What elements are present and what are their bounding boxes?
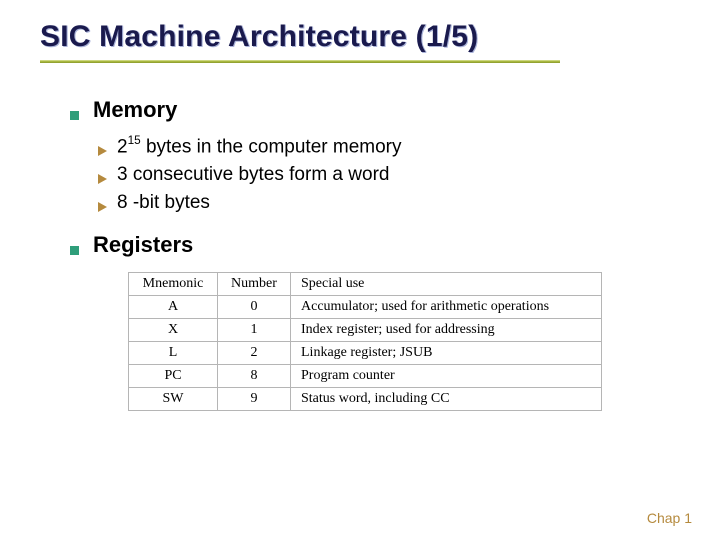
base: 2 — [117, 136, 128, 157]
section-registers: Registers — [70, 232, 680, 258]
cell-number: 8 — [218, 365, 291, 388]
list-item: 215 bytes in the computer memory — [98, 135, 680, 158]
memory-items: 215 bytes in the computer memory 3 conse… — [98, 135, 680, 214]
cell-number: 1 — [218, 319, 291, 342]
title-underline — [40, 60, 560, 63]
slide: SIC Machine Architecture (1/5) Memory 21… — [0, 0, 720, 540]
cell-special: Index register; used for addressing — [291, 319, 602, 342]
table-header-row: Mnemonic Number Special use — [129, 273, 602, 296]
table-row: SW 9 Status word, including CC — [129, 388, 602, 411]
list-item: 3 consecutive bytes form a word — [98, 164, 680, 186]
arrow-bullet-icon — [98, 174, 107, 184]
col-header-number: Number — [218, 273, 291, 296]
table-row: PC 8 Program counter — [129, 365, 602, 388]
table-row: X 1 Index register; used for addressing — [129, 319, 602, 342]
square-bullet-icon — [70, 111, 79, 120]
list-item: 8 -bit bytes — [98, 192, 680, 214]
cell-special: Status word, including CC — [291, 388, 602, 411]
cell-number: 9 — [218, 388, 291, 411]
table-row: L 2 Linkage register; JSUB — [129, 342, 602, 365]
rest: bytes in the computer memory — [141, 136, 402, 157]
cell-number: 2 — [218, 342, 291, 365]
cell-mnemonic: A — [129, 296, 218, 319]
section-heading: Registers — [93, 232, 193, 258]
section-memory: Memory — [70, 97, 680, 123]
exponent: 15 — [128, 134, 141, 147]
cell-number: 0 — [218, 296, 291, 319]
cell-special: Linkage register; JSUB — [291, 342, 602, 365]
footer-chapter: Chap 1 — [647, 510, 692, 526]
cell-special: Accumulator; used for arithmetic operati… — [291, 296, 602, 319]
cell-mnemonic: X — [129, 319, 218, 342]
registers-table-wrap: Mnemonic Number Special use A 0 Accumula… — [128, 272, 680, 411]
list-item-text: 8 -bit bytes — [117, 192, 210, 214]
page-title: SIC Machine Architecture (1/5) — [40, 20, 680, 54]
cell-mnemonic: PC — [129, 365, 218, 388]
list-item-text: 215 bytes in the computer memory — [117, 135, 402, 158]
arrow-bullet-icon — [98, 146, 107, 156]
list-item-text: 3 consecutive bytes form a word — [117, 164, 389, 186]
content: Memory 215 bytes in the computer memory … — [70, 97, 680, 411]
registers-table: Mnemonic Number Special use A 0 Accumula… — [128, 272, 602, 411]
square-bullet-icon — [70, 246, 79, 255]
section-heading: Memory — [93, 97, 177, 123]
col-header-special: Special use — [291, 273, 602, 296]
cell-mnemonic: SW — [129, 388, 218, 411]
col-header-mnemonic: Mnemonic — [129, 273, 218, 296]
cell-special: Program counter — [291, 365, 602, 388]
arrow-bullet-icon — [98, 202, 107, 212]
cell-mnemonic: L — [129, 342, 218, 365]
table-row: A 0 Accumulator; used for arithmetic ope… — [129, 296, 602, 319]
